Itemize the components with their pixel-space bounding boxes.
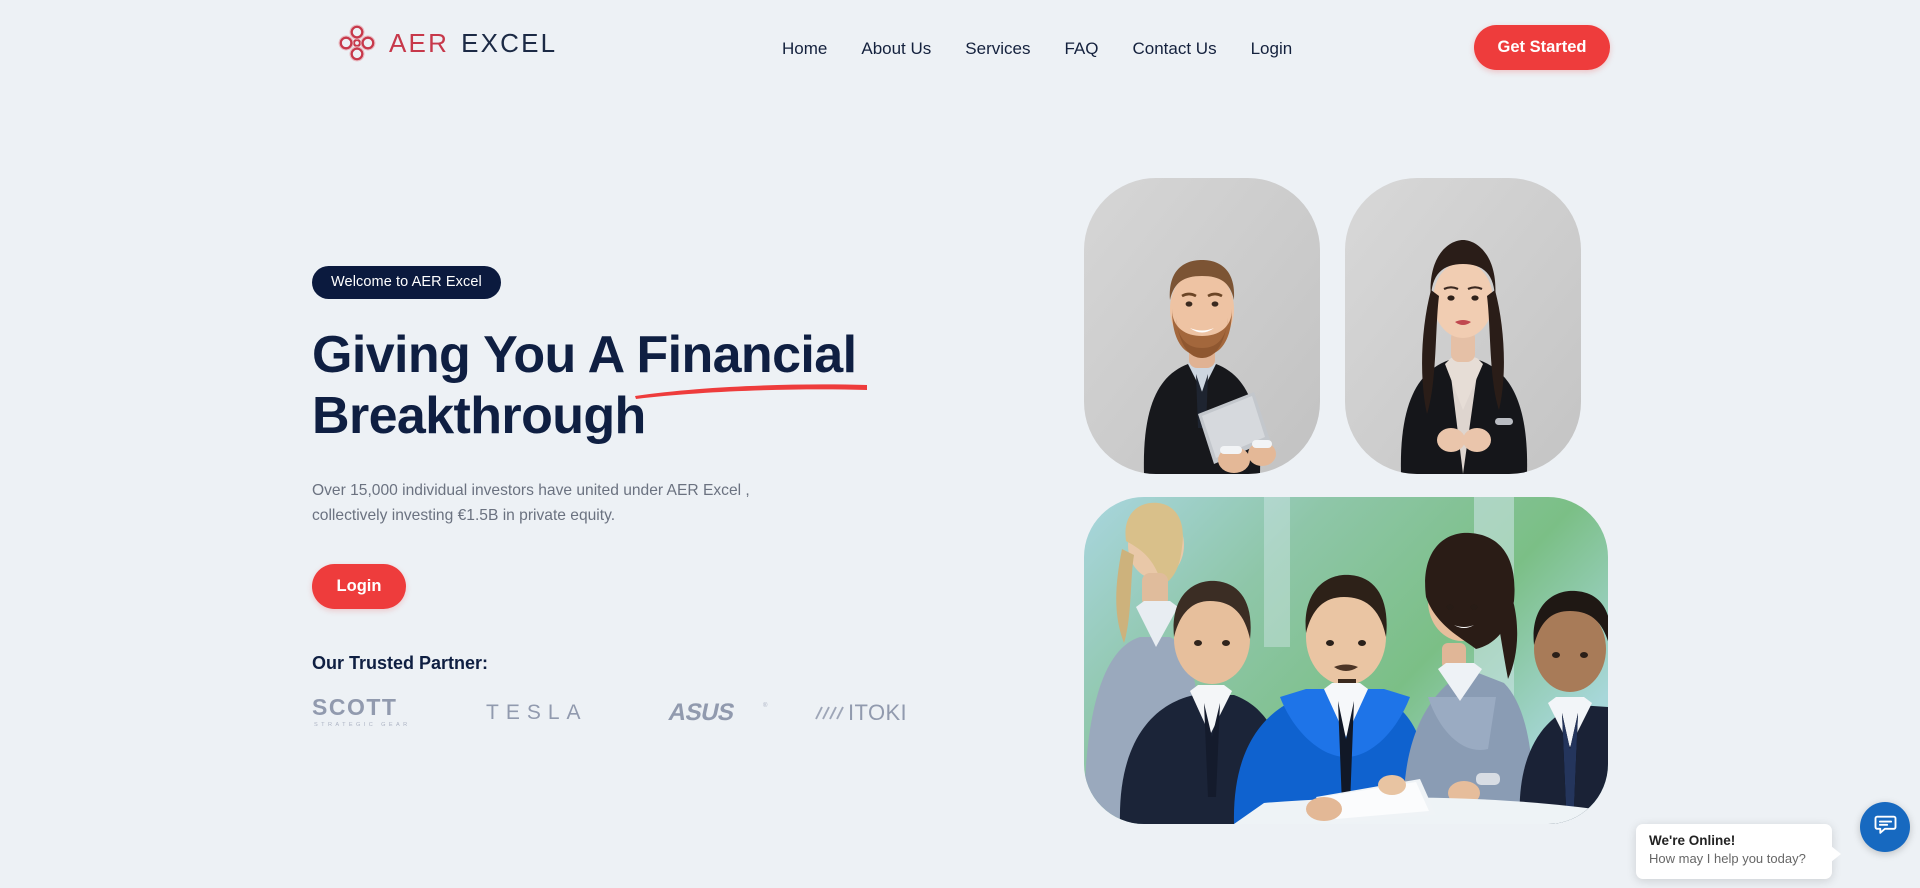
- nav-item-faq[interactable]: FAQ: [1047, 0, 1115, 98]
- brand-logo[interactable]: AER EXCEL: [338, 24, 557, 62]
- svg-text:ITOKI: ITOKI: [848, 700, 907, 725]
- headline-highlight-wrap: Financial: [635, 325, 868, 400]
- site-header: AER EXCEL Home About Us Services FAQ Con…: [0, 0, 1920, 98]
- chat-greeting-title: We're Online!: [1649, 833, 1736, 848]
- page-title: Giving You A Financial Breakthrough: [312, 325, 932, 448]
- headline-highlight: Financial: [636, 326, 857, 384]
- chat-greeting-subtitle: How may I help you today?: [1649, 851, 1806, 866]
- partner-logo-itoki: ITOKI: [814, 699, 918, 732]
- nav-item-services[interactable]: Services: [948, 0, 1047, 98]
- get-started-button[interactable]: Get Started: [1474, 25, 1610, 70]
- brand-wordmark: AER EXCEL: [389, 28, 557, 59]
- svg-text:STRATEGIC GEAR: STRATEGIC GEAR: [314, 722, 411, 728]
- business-team-meeting-photo: [1084, 497, 1608, 824]
- partner-logo-tesla: TESLA: [486, 700, 622, 731]
- svg-text:TESLA: TESLA: [486, 701, 588, 724]
- nav-item-login[interactable]: Login: [1234, 0, 1310, 98]
- landing-page: AER EXCEL Home About Us Services FAQ Con…: [0, 0, 1920, 888]
- partner-logo-row: SCOTT STRATEGIC GEAR TESLA ASUS ® ITOKI: [312, 694, 952, 735]
- brand-name-second: EXCEL: [461, 27, 558, 58]
- partner-logo-scott: SCOTT STRATEGIC GEAR: [312, 694, 444, 735]
- partners-heading: Our Trusted Partner:: [312, 653, 489, 674]
- main-navigation: Home About Us Services FAQ Contact Us Lo…: [765, 0, 1309, 98]
- svg-text:ASUS: ASUS: [666, 699, 737, 726]
- businessman-portrait-photo: [1084, 178, 1320, 474]
- hero-content: Welcome to AER Excel Giving You A Financ…: [312, 266, 952, 735]
- chat-launcher-button[interactable]: [1860, 802, 1910, 852]
- nav-item-contact-us[interactable]: Contact Us: [1116, 0, 1234, 98]
- quatrefoil-clover-icon: [338, 24, 376, 62]
- hero-login-button[interactable]: Login: [312, 564, 406, 610]
- red-underline-stroke: [635, 384, 868, 400]
- nav-item-about-us[interactable]: About Us: [844, 0, 948, 98]
- businesswoman-portrait-photo: [1345, 178, 1581, 474]
- partner-logo-asus: ASUS ®: [664, 699, 772, 732]
- headline-part-2: Breakthrough: [312, 387, 646, 446]
- chat-greeting-tooltip[interactable]: We're Online! How may I help you today?: [1636, 824, 1841, 879]
- welcome-badge: Welcome to AER Excel: [312, 266, 501, 299]
- nav-item-home[interactable]: Home: [765, 0, 844, 98]
- svg-text:SCOTT: SCOTT: [312, 696, 397, 720]
- svg-text:®: ®: [763, 702, 768, 709]
- brand-name-first: AER: [389, 27, 450, 58]
- hero-subtext: Over 15,000 individual investors have un…: [312, 481, 750, 524]
- chat-bubble-icon: [1873, 812, 1898, 842]
- headline-part-1: Giving You A: [312, 326, 637, 384]
